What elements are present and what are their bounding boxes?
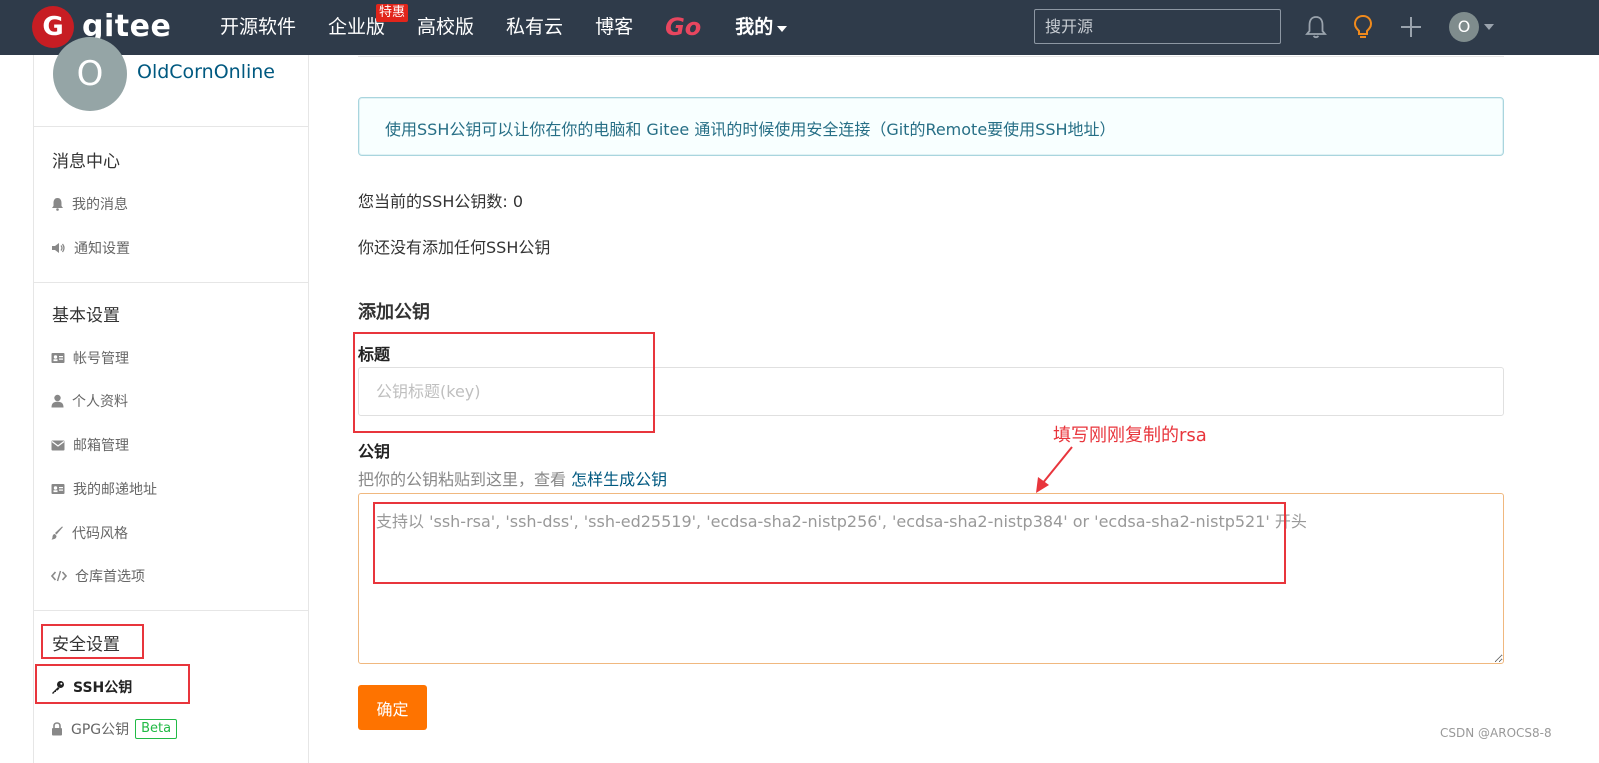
id-card-icon (51, 353, 65, 363)
address-card-icon (51, 484, 65, 494)
sidebar-item-code-style[interactable]: 代码风格 (51, 523, 128, 543)
nav-item-label: 博客 (595, 16, 634, 38)
sidebar-item-label: 代码风格 (72, 526, 128, 542)
annotation-box-title (353, 332, 655, 433)
speaker-icon (52, 243, 65, 253)
plus-icon[interactable] (1396, 12, 1426, 42)
sidebar-item-email[interactable]: 邮箱管理 (51, 435, 129, 455)
search-input[interactable] (1034, 9, 1281, 44)
how-to-generate-key-link[interactable]: 怎样生成公钥 (571, 470, 667, 489)
nav-item-label: 高校版 (417, 16, 475, 38)
bell-icon[interactable] (1301, 12, 1331, 42)
public-key-help: 把你的公钥粘贴到这里，查看 怎样生成公钥 (358, 466, 667, 490)
sidebar-item-postal-address[interactable]: 我的邮递地址 (51, 479, 157, 499)
nav-item-label: 私有云 (506, 16, 564, 38)
section-title-basic-settings: 基本设置 (52, 306, 120, 326)
sidebar-item-label: GPG公钥 (71, 722, 130, 738)
public-key-field-label: 公钥 (358, 442, 391, 461)
nav-menu: 开源软件 企业版 特惠 高校版 私有云 博客 Go 我的 (220, 0, 819, 55)
sidebar-item-gpg-keys[interactable]: GPG公钥 Beta (51, 719, 178, 739)
sidebar-item-label: 仓库首选项 (75, 569, 145, 585)
no-ssh-keys-text: 你还没有添加任何SSH公钥 (358, 238, 551, 257)
bell-icon (52, 198, 63, 211)
sidebar-item-label: 帐号管理 (73, 351, 129, 367)
ssh-info-message: 使用SSH公钥可以让你在你的电脑和 Gitee 通讯的时候使用安全连接（Git的… (358, 97, 1504, 156)
content-top-divider (358, 56, 1504, 57)
sidebar-item-label: 通知设置 (74, 241, 130, 257)
nav-item-private-cloud[interactable]: 私有云 (506, 0, 563, 55)
nav-item-education[interactable]: 高校版 (417, 0, 474, 55)
top-navbar: G gitee 开源软件 企业版 特惠 高校版 私有云 博客 Go 我的 O (0, 0, 1599, 55)
annotation-box-key (373, 502, 1286, 584)
annotation-arrow-icon (1036, 446, 1073, 493)
submit-button[interactable]: 确定 (358, 685, 427, 730)
beta-badge: Beta (135, 719, 178, 739)
sidebar-item-profile[interactable]: 个人资料 (51, 391, 128, 411)
envelope-icon (51, 440, 65, 450)
ssh-key-count: 您当前的SSH公钥数: 0 (358, 192, 524, 211)
paintbrush-icon (51, 526, 63, 540)
nav-item-open-source[interactable]: 开源软件 (220, 0, 296, 55)
lock-icon (52, 722, 62, 736)
nav-item-enterprise[interactable]: 企业版 特惠 (328, 0, 409, 55)
sidebar-item-my-messages[interactable]: 我的消息 (51, 194, 128, 214)
info-message-text: 使用SSH公钥可以让你在你的电脑和 Gitee 通讯的时候使用安全连接（Git的… (385, 120, 1116, 139)
profile-card: O OldCornOnline (34, 37, 308, 127)
chevron-down-icon[interactable] (1484, 24, 1494, 30)
watermark: CSDN @AROCS8-8 (1440, 726, 1552, 740)
add-key-heading: 添加公钥 (358, 302, 430, 323)
lightbulb-icon[interactable] (1348, 12, 1378, 42)
sidebar-item-label: 个人资料 (72, 394, 128, 410)
username-link[interactable]: OldCornOnline (137, 61, 275, 83)
sidebar-divider (34, 610, 308, 611)
promo-badge: 特惠 (376, 4, 409, 22)
nav-item-label: 开源软件 (220, 16, 297, 38)
nav-item-label: 我的 (735, 16, 774, 38)
sidebar-item-label: 我的邮递地址 (73, 482, 157, 498)
user-icon (51, 394, 64, 408)
chevron-down-icon (777, 26, 788, 32)
sidebar-item-repo-preferences[interactable]: 仓库首选项 (51, 566, 145, 586)
gitee-logo-mark: G (32, 6, 74, 48)
avatar[interactable]: O (53, 37, 127, 111)
nav-item-go[interactable]: Go (665, 0, 701, 55)
sidebar-item-label: 邮箱管理 (73, 438, 129, 454)
section-title-messages: 消息中心 (52, 152, 120, 172)
user-avatar-nav[interactable]: O (1449, 12, 1479, 42)
annotation-box-ssh (35, 664, 190, 704)
sidebar-divider (34, 282, 308, 283)
nav-item-blog[interactable]: 博客 (595, 0, 633, 55)
sidebar-item-notification-settings[interactable]: 通知设置 (51, 238, 130, 258)
code-icon (51, 570, 67, 582)
nav-item-mine[interactable]: 我的 (735, 0, 788, 55)
annotation-box-security (41, 624, 144, 659)
sidebar-item-label: 我的消息 (72, 197, 128, 213)
public-key-help-text: 把你的公钥粘贴到这里，查看 (358, 470, 572, 489)
sidebar-item-account[interactable]: 帐号管理 (51, 348, 129, 368)
